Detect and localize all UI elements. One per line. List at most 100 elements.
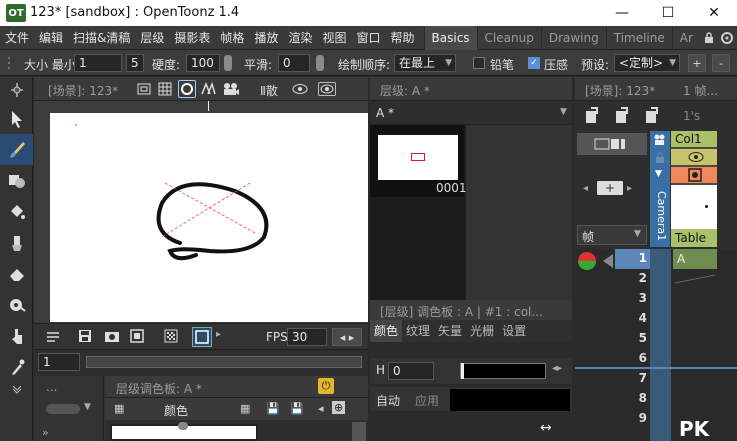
chevron-right-icon[interactable]: ▸ (627, 183, 632, 194)
preview-icon[interactable] (292, 82, 308, 96)
safe-area-icon[interactable] (137, 82, 151, 96)
level-select[interactable]: A * ▼ (370, 101, 572, 125)
save-icon[interactable] (78, 329, 92, 343)
frame-field[interactable]: 1 (38, 353, 80, 371)
palette-lock-icon[interactable]: ⊕ (332, 401, 346, 414)
paint-brush-tool-icon[interactable] (0, 227, 33, 258)
tab-color[interactable]: 颜色 (370, 320, 403, 342)
menu-view[interactable]: 视图 (317, 26, 351, 50)
fps-stepper[interactable]: ◂ ▸ (332, 328, 362, 346)
chevron-down-icon[interactable]: ▼ (84, 402, 91, 412)
menu-file[interactable]: 文件 (0, 26, 34, 50)
3d-view-icon[interactable] (200, 82, 216, 96)
menu-play[interactable]: 播放 (249, 26, 283, 50)
grid-view-icon[interactable]: ▦ (114, 402, 124, 415)
row-number[interactable]: 2 (615, 271, 647, 285)
tape-tool-icon[interactable] (0, 289, 33, 320)
room-tab-drawing[interactable]: Drawing (540, 25, 606, 50)
snapshot-camera-icon[interactable] (104, 329, 120, 343)
auto-apply-button[interactable]: 自动 (376, 392, 400, 409)
pegbar-label[interactable]: Table (671, 229, 717, 247)
tab-settings[interactable]: 设置 (498, 320, 530, 342)
palette-save-as-icon[interactable]: 💾 (290, 402, 304, 415)
camera-view-icon[interactable] (222, 82, 240, 96)
power-icon[interactable]: ⏻ (318, 378, 334, 394)
menu-window[interactable]: 窗口 (351, 26, 385, 50)
expand-icon[interactable]: » (42, 426, 49, 439)
hardness-field[interactable]: 100 (186, 54, 220, 72)
row-number[interactable]: 7 (615, 371, 647, 385)
new-raster-level-icon[interactable] (643, 107, 661, 125)
row-number[interactable]: 6 (615, 351, 647, 365)
maximize-button[interactable]: ☐ (645, 0, 691, 26)
row-number[interactable]: 4 (615, 311, 647, 325)
background-toggle-icon[interactable] (192, 327, 212, 347)
freeze-label[interactable]: Ⅱ散 (260, 82, 278, 99)
smooth-slider-handle[interactable] (316, 55, 324, 71)
camera-column[interactable]: ▼ Camera1 (650, 131, 670, 247)
grip-handle[interactable] (6, 54, 16, 72)
hue-slider-handle[interactable] (461, 363, 464, 379)
add-preset-button[interactable]: + (688, 54, 706, 72)
size-min-field[interactable]: 1 (74, 54, 122, 72)
palette-scrollbar[interactable] (352, 422, 366, 441)
remove-preset-button[interactable]: - (712, 54, 730, 72)
menu-help[interactable]: 帮助 (386, 26, 420, 50)
geometric-tool-icon[interactable] (0, 165, 33, 196)
frame-slider[interactable] (86, 356, 362, 368)
size-max-field[interactable]: 5 (126, 54, 144, 72)
style-picker-tool-icon[interactable] (0, 351, 33, 382)
toggle-xsheet-view-button[interactable] (577, 133, 647, 155)
minimize-button[interactable]: — (599, 0, 645, 26)
menu-render[interactable]: 渲染 (283, 26, 317, 50)
camstand-visible-toggle[interactable] (671, 167, 717, 183)
onion-skin-toggle-icon[interactable] (577, 251, 599, 271)
drawing-canvas[interactable] (50, 113, 368, 322)
room-tab-cleanup[interactable]: Cleanup (476, 25, 541, 50)
room-tab-basics[interactable]: Basics (423, 25, 477, 50)
hardness-slider-handle[interactable] (224, 55, 232, 71)
palette-scroll[interactable] (46, 404, 80, 414)
fill-tool-icon[interactable] (0, 196, 33, 227)
selection-tool-icon[interactable] (0, 103, 33, 134)
sub-camera-preview-icon[interactable] (318, 82, 336, 96)
new-toonz-raster-level-icon[interactable] (613, 107, 631, 125)
fps-field[interactable]: 30 (287, 328, 327, 346)
menu-cells[interactable]: 帧格 (215, 26, 249, 50)
tab-texture[interactable]: 纹理 (402, 320, 434, 342)
eraser-tool-icon[interactable] (0, 258, 33, 289)
tab-vector[interactable]: 矢量 (434, 320, 466, 342)
camera-stand-toggle-icon[interactable] (178, 80, 196, 98)
viewer-menu-icon[interactable] (46, 330, 60, 344)
hue-field[interactable]: 0 (388, 362, 434, 380)
frame-cell-selected[interactable]: 0001 (370, 125, 467, 197)
preset-select[interactable]: <定制> ▼ (614, 54, 680, 72)
hue-stepper[interactable]: ◂▸ (552, 363, 562, 374)
chevron-left-icon[interactable]: ◂ (318, 402, 324, 415)
row-number[interactable]: 3 (615, 291, 647, 305)
preview-visible-toggle[interactable] (671, 149, 717, 165)
animate-tool-icon[interactable] (0, 77, 33, 103)
room-tab-timeline[interactable]: Timeline (605, 25, 672, 50)
apply-button[interactable]: 应用 (415, 392, 439, 409)
palette-save-icon[interactable]: 💾 (266, 402, 280, 415)
room-tab-more[interactable]: Ar (671, 25, 700, 50)
draw-order-select[interactable]: 在最上 ▼ (394, 54, 456, 72)
lock-column-icon[interactable] (653, 151, 667, 165)
frame-display-select[interactable]: 帧 ▼ (577, 225, 647, 245)
brush-tool-icon[interactable] (0, 134, 33, 165)
rooms-menu-icon[interactable] (720, 30, 734, 46)
menu-scan-cleanup[interactable]: 扫描&清稿 (68, 26, 135, 50)
level-cell[interactable]: A (673, 249, 717, 269)
row-number[interactable]: 9 (615, 411, 647, 425)
row-number[interactable]: 5 (615, 331, 647, 345)
row-number[interactable]: 8 (615, 391, 647, 405)
finger-tool-icon[interactable] (0, 320, 33, 351)
chevron-down-icon[interactable]: ▼ (655, 169, 662, 179)
field-guide-icon[interactable] (158, 82, 172, 96)
chevron-left-icon[interactable]: ◂ (583, 183, 588, 194)
pencil-checkbox[interactable] (473, 57, 485, 69)
add-key-icon[interactable]: + (597, 181, 623, 195)
tab-raster[interactable]: 光栅 (466, 320, 498, 342)
xsheet-cells[interactable]: A 1 2 3 4 5 6 7 8 9 PK (575, 249, 737, 441)
